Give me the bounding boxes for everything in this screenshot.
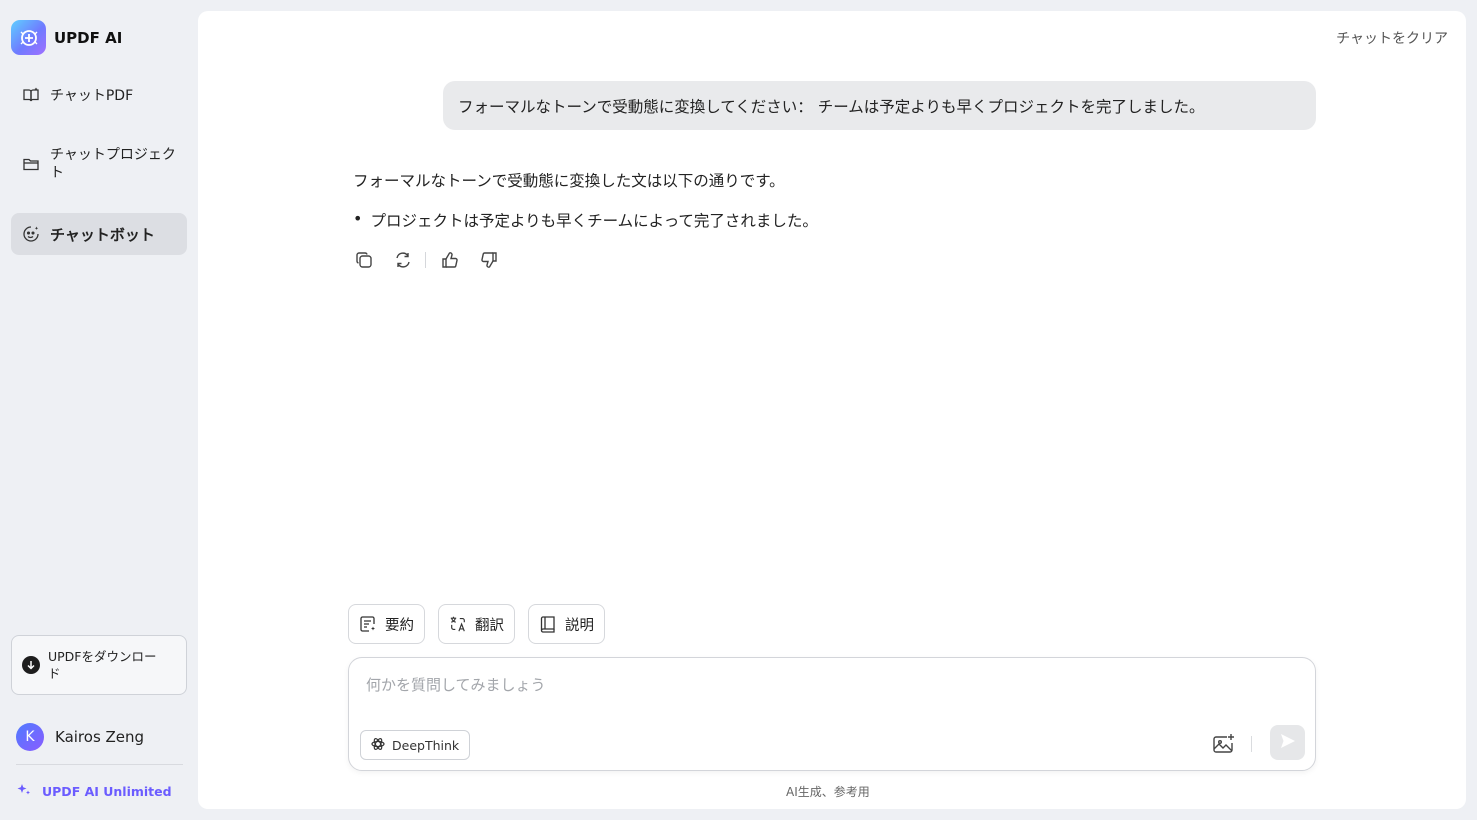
deepthink-toggle[interactable]: DeepThink (360, 730, 471, 760)
download-icon (22, 656, 40, 674)
sparkle-icon (16, 782, 32, 801)
summary-icon (359, 615, 377, 633)
thumbs-up-icon[interactable] (439, 249, 461, 271)
copy-icon[interactable] (353, 249, 375, 271)
sidebar-item-label: チャットボット (50, 225, 155, 244)
sidebar-item-chatbot[interactable]: チャットボット (11, 213, 187, 255)
send-button[interactable] (1270, 725, 1305, 760)
list-item: • プロジェクトは予定よりも早くチームによって完了されました。 (353, 209, 818, 231)
bot-face-icon (22, 225, 40, 243)
download-updf-button[interactable]: UPDFをダウンロード (11, 635, 187, 695)
deepthink-icon (371, 737, 385, 754)
brand[interactable]: UPDF AI (11, 20, 122, 55)
quick-action-label: 要約 (385, 617, 414, 634)
user-profile[interactable]: K Kairos Zeng (16, 723, 144, 751)
folder-icon (22, 155, 40, 173)
response-bullet-text: プロジェクトは予定よりも早くチームによって完了されました。 (370, 212, 818, 230)
quick-action-label: 翻訳 (475, 617, 504, 634)
divider (16, 764, 183, 765)
summarize-button[interactable]: 要約 (348, 604, 425, 644)
ai-response: フォーマルなトーンで受動態に変換した文は以下の通りです。 • プロジェクトは予定… (353, 169, 818, 231)
image-upload-icon[interactable] (1211, 732, 1237, 756)
message-actions (353, 249, 500, 271)
regenerate-icon[interactable] (392, 249, 414, 271)
quick-actions: 要約 翻訳 説明 (348, 604, 605, 644)
divider (1251, 736, 1252, 752)
sidebar-item-label: チャットPDF (50, 88, 134, 104)
book-open-icon (22, 86, 40, 104)
chat-panel: チャットをクリア フォーマルなトーンで受動態に変換してください： チームは予定よ… (198, 11, 1466, 809)
brand-title: UPDF AI (54, 28, 123, 47)
user-message-bubble: フォーマルなトーンで受動態に変換してください： チームは予定よりも早くプロジェク… (443, 81, 1316, 130)
user-name: Kairos Zeng (55, 728, 145, 746)
translate-button[interactable]: 翻訳 (438, 604, 515, 644)
message-composer: DeepThink (348, 657, 1316, 771)
divider (425, 252, 426, 268)
quick-action-label: 説明 (565, 617, 594, 634)
sidebar-item-chat-project[interactable]: チャットプロジェクト (11, 140, 187, 188)
user-message-text: フォーマルなトーンで受動態に変換してください： チームは予定よりも早くプロジェク… (458, 97, 1205, 116)
chat-input[interactable] (366, 672, 1186, 698)
response-intro: フォーマルなトーンで受動態に変換した文は以下の通りです。 (353, 172, 785, 190)
bullet-dot: • (353, 209, 363, 228)
updf-ai-logo-icon (11, 20, 46, 55)
download-label: UPDFをダウンロード (48, 649, 157, 681)
explain-button[interactable]: 説明 (528, 604, 605, 644)
deepthink-label: DeepThink (392, 737, 460, 753)
thumbs-down-icon[interactable] (478, 249, 500, 271)
app-window: UPDF AI チャットPDF チャットプロジェクト チャットボット UPDFを… (0, 0, 1477, 820)
ai-disclaimer: AI生成、参考用 (786, 785, 870, 799)
send-icon (1279, 732, 1297, 754)
avatar: K (16, 723, 44, 751)
translate-icon (449, 615, 467, 633)
sidebar-item-chat-pdf[interactable]: チャットPDF (11, 78, 187, 112)
upgrade-unlimited-link[interactable]: UPDF AI Unlimited (16, 782, 172, 801)
clear-chat-button[interactable]: チャットをクリア (1336, 28, 1448, 48)
sidebar: UPDF AI チャットPDF チャットプロジェクト チャットボット UPDFを… (0, 0, 198, 820)
sidebar-item-label: チャットプロジェクト (50, 147, 176, 181)
book-icon (539, 615, 557, 633)
unlimited-label: UPDF AI Unlimited (42, 784, 172, 799)
